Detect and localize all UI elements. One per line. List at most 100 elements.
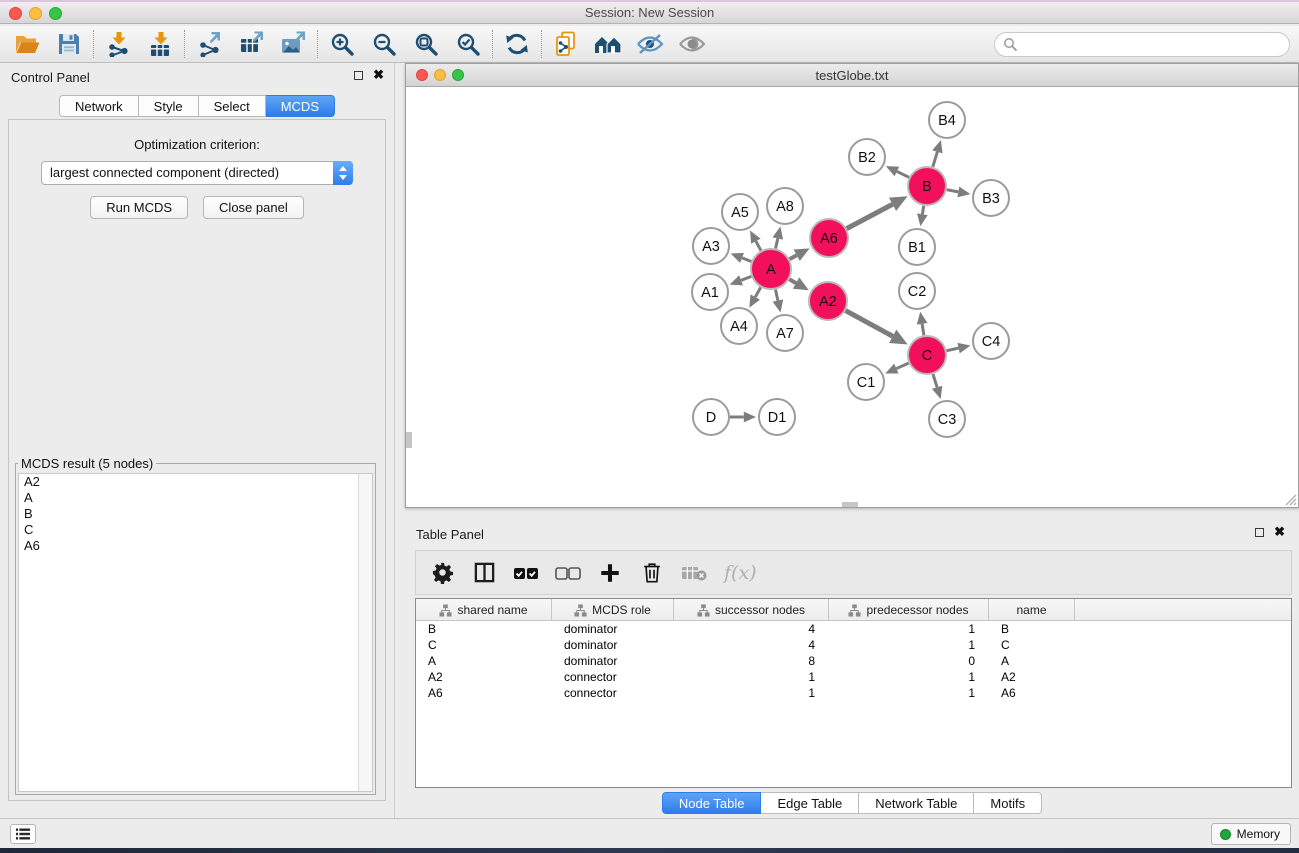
open-session-icon[interactable] [6, 28, 48, 60]
node-table[interactable]: shared nameMCDS rolesuccessor nodesprede… [415, 598, 1292, 788]
network-window-titlebar[interactable]: testGlobe.txt [406, 64, 1298, 87]
hide-selected-icon[interactable] [629, 28, 671, 60]
save-session-icon[interactable] [48, 28, 90, 60]
table-row[interactable]: Bdominator41B [416, 621, 1291, 637]
tab-mcds[interactable]: MCDS [266, 95, 335, 117]
zoom-fit-icon[interactable] [405, 28, 447, 60]
task-history-button[interactable] [10, 824, 36, 844]
optimization-criterion-select[interactable]: largest connected component (directed) [41, 161, 353, 185]
graph-edge-B-B1[interactable] [922, 206, 923, 215]
graph-node-A4[interactable]: A4 [721, 308, 757, 344]
tab-motifs[interactable]: Motifs [974, 792, 1042, 814]
tab-edge-table[interactable]: Edge Table [761, 792, 859, 814]
close-panel-button[interactable]: Close panel [203, 196, 304, 219]
graph-edge-A-A4[interactable] [755, 287, 760, 297]
graph-node-C4[interactable]: C4 [973, 323, 1009, 359]
graph-node-B2[interactable]: B2 [849, 139, 885, 175]
column-header-predecessor-nodes[interactable]: predecessor nodes [829, 599, 989, 621]
zoom-out-icon[interactable] [363, 28, 405, 60]
export-network-icon[interactable] [188, 28, 230, 60]
import-network-icon[interactable] [97, 28, 139, 60]
graph-node-A2[interactable]: A2 [809, 282, 847, 320]
graph-node-A8[interactable]: A8 [767, 188, 803, 224]
column-header-successor-nodes[interactable]: successor nodes [674, 599, 829, 621]
tab-network-table[interactable]: Network Table [859, 792, 974, 814]
graph-node-C2[interactable]: C2 [899, 273, 935, 309]
network-graph[interactable]: AA1A3A5A8A4A7A6A2BB2B4B3B1CC2C4C1C3DD1 [406, 87, 1298, 507]
new-network-from-selection-icon[interactable] [545, 28, 587, 60]
table-row[interactable]: Adominator80A [416, 653, 1291, 669]
graph-node-D[interactable]: D [693, 399, 729, 435]
close-panel-icon[interactable]: ✖ [373, 70, 384, 80]
mcds-result-item[interactable]: A6 [19, 538, 372, 554]
graph-edge-A-A7[interactable] [775, 290, 777, 301]
graph-edge-A6-B[interactable] [847, 204, 893, 228]
table-settings-icon[interactable] [428, 559, 456, 587]
graph-node-C[interactable]: C [908, 336, 946, 374]
select-all-icon[interactable] [512, 559, 540, 587]
graph-edge-B-B3[interactable] [947, 190, 959, 192]
mcds-list-scrollbar[interactable] [358, 474, 372, 791]
zoom-in-icon[interactable] [321, 28, 363, 60]
delete-table-icon[interactable] [638, 559, 666, 587]
show-columns-icon[interactable] [470, 559, 498, 587]
graph-node-C1[interactable]: C1 [848, 364, 884, 400]
graph-edge-A-A5[interactable] [756, 241, 761, 250]
graph-edge-A-A3[interactable] [742, 258, 751, 262]
graph-edge-A-A1[interactable] [741, 276, 751, 280]
graph-edge-C-C3[interactable] [933, 374, 937, 387]
delete-column-icon[interactable] [680, 559, 708, 587]
search-input[interactable] [994, 32, 1290, 57]
export-image-icon[interactable] [272, 28, 314, 60]
tab-select[interactable]: Select [199, 95, 266, 117]
graph-node-B[interactable]: B [908, 167, 946, 205]
export-table-icon[interactable] [230, 28, 272, 60]
table-row[interactable]: A2connector11A2 [416, 669, 1291, 685]
graph-node-D1[interactable]: D1 [759, 399, 795, 435]
zoom-selected-icon[interactable] [447, 28, 489, 60]
graph-node-A7[interactable]: A7 [767, 315, 803, 351]
apply-function-icon[interactable]: f(x) [722, 559, 757, 587]
float-table-panel-icon[interactable] [1255, 528, 1264, 537]
graph-edge-A2-C[interactable] [846, 311, 893, 337]
mcds-result-item[interactable]: A2 [19, 474, 372, 490]
network-canvas[interactable]: AA1A3A5A8A4A7A6A2BB2B4B3B1CC2C4C1C3DD1 [406, 87, 1298, 507]
column-header-shared-name[interactable]: shared name [416, 599, 552, 621]
graph-node-A5[interactable]: A5 [722, 194, 758, 230]
column-header-name[interactable]: name [989, 599, 1075, 621]
add-row-icon[interactable] [596, 559, 624, 587]
table-row[interactable]: A6connector11A6 [416, 685, 1291, 701]
graph-node-A6[interactable]: A6 [810, 219, 848, 257]
graph-node-B4[interactable]: B4 [929, 102, 965, 138]
first-neighbors-icon[interactable] [587, 28, 629, 60]
tab-node-table[interactable]: Node Table [662, 792, 762, 814]
graph-edge-C-C1[interactable] [896, 363, 908, 368]
graph-edge-A-A8[interactable] [776, 238, 778, 248]
refresh-icon[interactable] [496, 28, 538, 60]
mcds-result-item[interactable]: A [19, 490, 372, 506]
graph-node-A[interactable]: A [751, 249, 791, 289]
graph-node-A1[interactable]: A1 [692, 274, 728, 310]
network-vscroll-stub[interactable] [406, 432, 412, 448]
graph-node-C3[interactable]: C3 [929, 401, 965, 437]
graph-node-B3[interactable]: B3 [973, 180, 1009, 216]
graph-edge-A-A6[interactable] [790, 255, 797, 259]
resize-grip-icon[interactable] [1283, 492, 1297, 506]
tab-network[interactable]: Network [59, 95, 139, 117]
deselect-all-icon[interactable] [554, 559, 582, 587]
graph-edge-B-B4[interactable] [933, 152, 938, 167]
close-table-panel-icon[interactable]: ✖ [1274, 527, 1285, 537]
run-mcds-button[interactable]: Run MCDS [90, 196, 188, 219]
import-table-icon[interactable] [139, 28, 181, 60]
mcds-result-item[interactable]: C [19, 522, 372, 538]
float-panel-icon[interactable] [354, 71, 363, 80]
graph-edge-B-B2[interactable] [897, 171, 909, 177]
network-hscroll-stub[interactable] [842, 502, 858, 507]
table-row[interactable]: Cdominator41C [416, 637, 1291, 653]
show-all-icon[interactable] [671, 28, 713, 60]
column-header-MCDS-role[interactable]: MCDS role [552, 599, 674, 621]
graph-edge-C-C4[interactable] [947, 348, 959, 351]
graph-node-A3[interactable]: A3 [693, 228, 729, 264]
graph-edge-A-A2[interactable] [789, 279, 796, 283]
graph-edge-C-C2[interactable] [922, 324, 924, 335]
